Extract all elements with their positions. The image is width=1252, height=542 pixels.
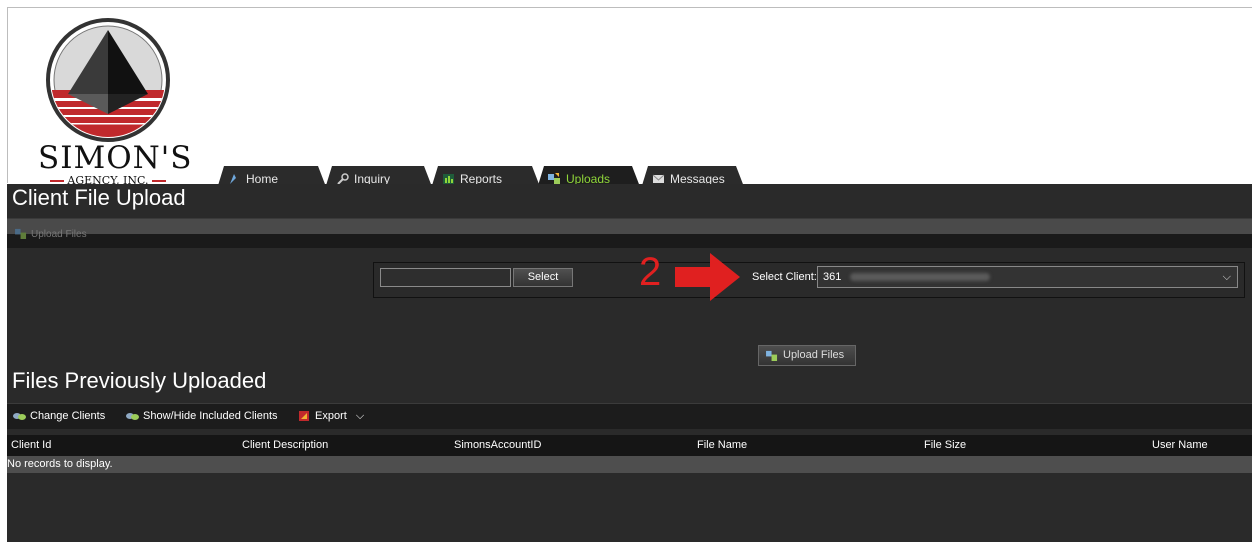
show-hide-clients-button[interactable]: Show/Hide Included Clients <box>125 410 278 422</box>
show-hide-clients-label: Show/Hide Included Clients <box>143 410 278 422</box>
chevron-down-icon: ⌵ <box>1222 271 1231 283</box>
export-button[interactable]: Export ⌵ <box>297 410 364 423</box>
show-hide-clients-icon <box>126 413 139 420</box>
uploads-content: Client File Upload Upload Files Select 2… <box>7 184 1252 542</box>
upload-files-icon <box>15 228 27 239</box>
toolbar-stripe <box>7 219 1252 234</box>
client-search-input[interactable] <box>380 268 511 287</box>
empty-message: No records to display. <box>7 458 113 470</box>
upload-files-button-label: Upload Files <box>783 349 845 361</box>
files-section-title: Files Previously Uploaded <box>12 368 267 393</box>
redacted-client-name <box>850 273 991 282</box>
upload-toolbar: Upload Files <box>7 218 1252 248</box>
column-header-file-size[interactable]: File Size <box>924 439 966 451</box>
logo-emblem-icon <box>46 18 170 142</box>
annotation-arrow-icon <box>675 253 740 301</box>
select-client-label: Select Client: <box>752 271 817 283</box>
export-label: Export <box>315 410 347 422</box>
table-empty-row: No records to display. <box>7 456 1252 473</box>
toolbar-upload-files-label[interactable]: Upload Files <box>31 229 87 240</box>
upload-files-icon <box>766 350 778 361</box>
column-header-client-description[interactable]: Client Description <box>242 439 328 451</box>
selected-client-value: 361 <box>823 271 842 283</box>
change-clients-icon <box>13 413 26 420</box>
change-clients-label: Change Clients <box>30 410 106 422</box>
column-header-client-id[interactable]: Client Id <box>11 439 51 451</box>
column-header-file-name[interactable]: File Name <box>697 439 747 451</box>
annotation-step-number: 2 <box>639 250 662 294</box>
export-icon <box>299 411 309 421</box>
header: SIMON'S AGENCY, INC. Home Inquiry Report… <box>7 7 1252 183</box>
client-dropdown[interactable]: 361 ⌵ <box>817 266 1238 288</box>
page-title: Client File Upload <box>12 185 186 210</box>
chevron-down-icon: ⌵ <box>355 410 365 422</box>
change-clients-button[interactable]: Change Clients <box>12 410 105 422</box>
upload-files-button[interactable]: Upload Files <box>758 345 856 366</box>
company-logo[interactable]: SIMON'S AGENCY, INC. <box>38 18 193 190</box>
column-header-simons-account-id[interactable]: SimonsAccountID <box>454 439 541 451</box>
app-window: SIMON'S AGENCY, INC. Home Inquiry Report… <box>0 0 1252 542</box>
column-header-user-name[interactable]: User Name <box>1152 439 1208 451</box>
files-table-header: Client Id Client Description SimonsAccou… <box>7 435 1252 456</box>
logo-name: SIMON'S <box>38 140 193 176</box>
files-toolbar: Change Clients Show/Hide Included Client… <box>7 403 1252 429</box>
select-button[interactable]: Select <box>513 268 573 287</box>
